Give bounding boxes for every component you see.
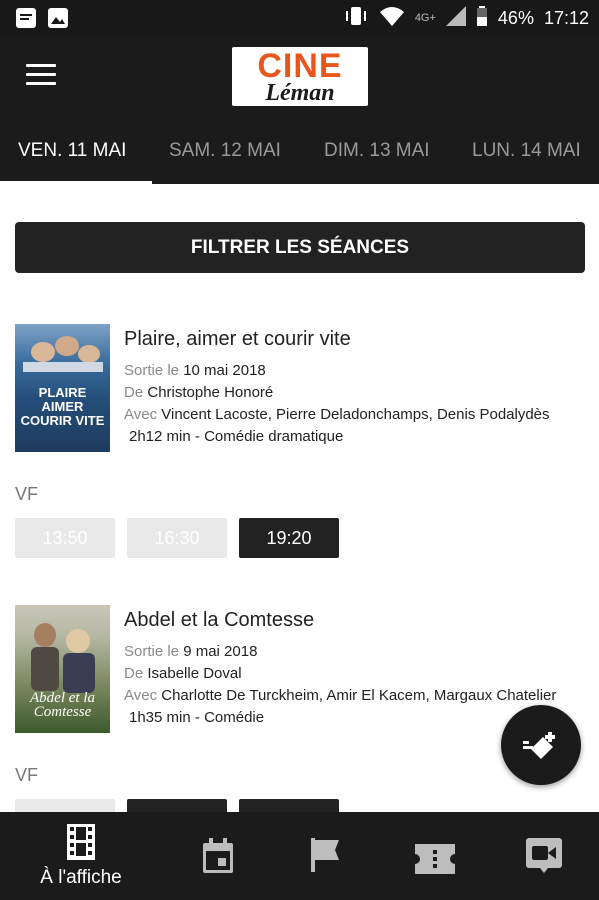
poster-title: Abdel et la Comtesse [30,690,95,720]
nav-trailers[interactable] [484,812,599,900]
battery-percent: 46% [497,7,534,28]
duration-genre-line: 1h35 min - Comédie [129,709,264,726]
duration-genre-line: 2h12 min - Comédie dramatique [129,428,343,445]
nav-tickets[interactable] [375,812,495,900]
ticket-icon [415,844,455,874]
director-label: De [124,384,144,401]
ticket-add-button[interactable] [501,705,581,785]
director-name: Christophe Honoré [147,384,274,401]
director-line: De Isabelle Doval [124,665,584,682]
duration: 1h35 min [129,709,191,726]
separator: - [194,709,200,726]
logo-text-top: CINE [257,47,343,85]
movie-title[interactable]: Plaire, aimer et courir vite [124,328,351,351]
network-type: 4G+ [414,12,436,24]
app-header: CINE Léman [0,36,599,118]
cast-line: Avec Charlotte De Turckheim, Amir El Kac… [124,687,584,704]
image-icon [48,8,68,28]
cast-label: Avec [124,406,158,423]
duration: 2h12 min [129,428,191,445]
genre: Comédie [204,709,265,726]
calendar-icon [203,838,233,873]
cast-label: Avec [124,687,158,704]
cast-line: Avec Vincent Lacoste, Pierre Deladoncham… [124,406,584,423]
logo-text-bottom: Léman [265,80,335,106]
bottom-navigation: À l'affiche [0,812,599,900]
battery-icon [476,5,488,32]
tab-sun-13[interactable]: DIM. 13 MAI [324,118,430,184]
clock: 17:12 [543,7,589,28]
flag-icon [311,838,339,872]
tab-fri-11[interactable]: VEN. 11 MAI [18,118,126,184]
film-icon [67,824,95,860]
showtime-button[interactable]: 16:30 [127,518,227,558]
release-label: Sortie le [124,643,180,660]
active-tab-indicator [0,181,152,184]
movie-title[interactable]: Abdel et la Comtesse [124,609,314,632]
release-date: 10 mai 2018 [183,362,266,379]
date-tabs: VEN. 11 MAI SAM. 12 MAI DIM. 13 MAI LUN.… [0,118,599,184]
release-line: Sortie le 9 mai 2018 [124,643,584,660]
nav-now-showing[interactable]: À l'affiche [21,812,141,900]
release-label: Sortie le [124,362,180,379]
showtime-button[interactable]: 19:20 [239,518,339,558]
nav-schedule[interactable] [158,812,278,900]
movie-poster[interactable]: PLAIRE AIMER COURIR VITE [15,324,110,452]
video-icon [526,838,562,873]
poster-title: PLAIRE AIMER COURIR VITE [20,385,105,428]
status-bar: 4G+ 46% 17:12 [0,0,599,36]
separator: - [194,428,200,445]
movie-poster[interactable]: Abdel et la Comtesse [15,605,110,733]
hamburger-icon[interactable] [26,64,56,88]
director-line: De Christophe Honoré [124,384,584,401]
wifi-icon [379,5,405,32]
cast-names: Charlotte De Turckheim, Amir El Kacem, M… [161,687,557,704]
genre: Comédie dramatique [204,428,344,445]
cast-names: Vincent Lacoste, Pierre Deladonchamps, D… [161,406,550,423]
release-date: 9 mai 2018 [183,643,258,660]
version-label: VF [15,765,39,785]
message-icon [16,8,36,28]
director-label: De [124,665,144,682]
version-label: VF [15,484,39,504]
director-name: Isabelle Doval [147,665,242,682]
filter-sessions-button[interactable]: FILTRER LES SÉANCES [15,222,585,273]
cine-leman-logo: CINE Léman [232,47,368,106]
signal-icon [445,5,466,32]
tab-mon-14[interactable]: LUN. 14 MAI [472,118,581,184]
vibrate-icon [343,5,369,32]
nav-label: À l'affiche [40,867,122,888]
tab-sat-12[interactable]: SAM. 12 MAI [169,118,281,184]
nav-events[interactable] [266,812,386,900]
release-line: Sortie le 10 mai 2018 [124,362,584,379]
ticket-add-icon [523,732,555,759]
showtime-button[interactable]: 13:50 [15,518,115,558]
